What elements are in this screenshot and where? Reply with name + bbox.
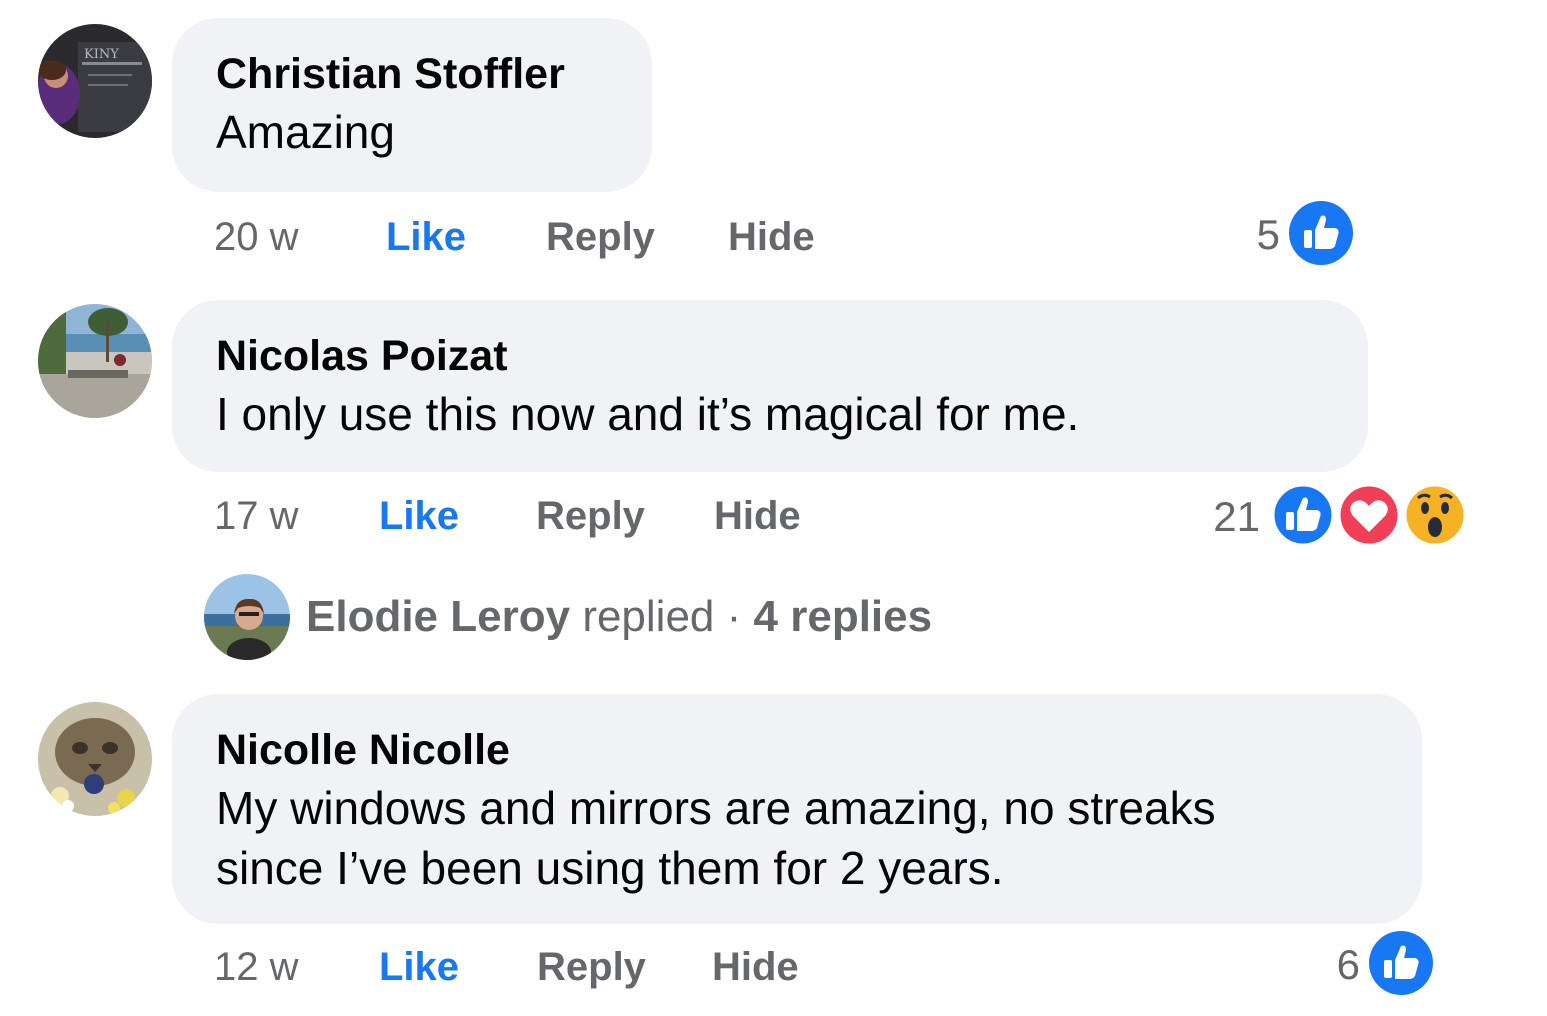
- comment-bubble: Nicolas Poizat I only use this now and i…: [172, 300, 1368, 472]
- comment-actions: 17 w Like Reply Hide: [214, 491, 854, 541]
- comment-bubble: Nicolle Nicolle My windows and mirrors a…: [172, 694, 1422, 924]
- replied-label: replied: [582, 592, 715, 641]
- comment-text-line-1: My windows and mirrors are amazing, no s…: [216, 782, 1216, 834]
- replies-preview-text[interactable]: Elodie Leroy replied · 4 replies: [306, 591, 932, 643]
- reaction-summary[interactable]: 5: [1230, 200, 1360, 270]
- hide-button[interactable]: Hide: [714, 491, 801, 541]
- comment-author[interactable]: Christian Stoffler: [216, 46, 608, 102]
- reply-button[interactable]: Reply: [546, 212, 655, 262]
- comment-timestamp[interactable]: 20 w: [214, 212, 299, 262]
- reaction-summary[interactable]: 6: [1310, 930, 1440, 1000]
- comment-text: Amazing: [216, 106, 395, 158]
- love-reaction-icon: [1337, 483, 1401, 547]
- reply-author-name[interactable]: Elodie Leroy: [306, 592, 570, 641]
- reaction-count: 6: [1336, 941, 1360, 988]
- comment-actions: 12 w Like Reply Hide: [214, 942, 854, 992]
- reply-button[interactable]: Reply: [536, 491, 645, 541]
- comment-timestamp[interactable]: 17 w: [214, 491, 299, 541]
- wow-reaction-icon: [1403, 483, 1467, 547]
- comment-actions: 20 w Like Reply Hide: [214, 212, 854, 262]
- reaction-count: 5: [1256, 211, 1280, 258]
- comment-author[interactable]: Nicolas Poizat: [216, 328, 1324, 384]
- avatar-christian-stoffler[interactable]: KINY: [38, 24, 152, 138]
- hide-button[interactable]: Hide: [712, 942, 799, 992]
- avatar-nicolle-nicolle[interactable]: [38, 702, 152, 816]
- like-reaction-icon: [1369, 931, 1433, 995]
- comment-text-line-2: since I’ve been using them for 2 years.: [216, 842, 1004, 894]
- like-reaction-icon: [1289, 201, 1353, 265]
- comment-bubble: Christian Stoffler Amazing: [172, 18, 652, 192]
- reaction-count: 21: [1213, 493, 1260, 540]
- hide-button[interactable]: Hide: [728, 212, 815, 262]
- svg-text:KINY: KINY: [84, 47, 119, 62]
- avatar-nicolas-poizat[interactable]: [38, 304, 152, 418]
- separator-dot: ·: [726, 592, 742, 641]
- reply-button[interactable]: Reply: [537, 942, 646, 992]
- like-reaction-icon: [1271, 483, 1335, 547]
- like-button[interactable]: Like: [386, 212, 466, 262]
- like-button[interactable]: Like: [379, 942, 459, 992]
- avatar-elodie-leroy[interactable]: [204, 574, 290, 660]
- replies-count-link[interactable]: 4 replies: [754, 592, 933, 641]
- comment-text: I only use this now and it’s magical for…: [216, 388, 1080, 440]
- comment-author[interactable]: Nicolle Nicolle: [216, 722, 1378, 778]
- comment-timestamp[interactable]: 12 w: [214, 942, 299, 992]
- reaction-summary[interactable]: 21: [1200, 482, 1480, 552]
- like-button[interactable]: Like: [379, 491, 459, 541]
